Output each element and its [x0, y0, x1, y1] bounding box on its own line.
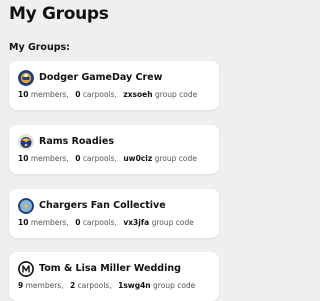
carpool-count: 2: [69, 281, 76, 290]
group-meta: 10 members, 0 carpools, zxsoeh group cod…: [18, 90, 197, 99]
member-count: 10: [18, 154, 29, 163]
group-code-label: group code: [153, 281, 196, 290]
group-name: Rams Roadies: [39, 136, 114, 147]
members-label: members,: [30, 218, 69, 227]
members-label: members,: [30, 154, 69, 163]
group-card[interactable]: Dodger GameDay Crew 10 members, 0 carpoo…: [9, 61, 219, 110]
carpool-count: 0: [75, 218, 81, 227]
group-name: Dodger GameDay Crew: [39, 72, 163, 83]
group-code-value: vx3jfa: [123, 218, 150, 227]
carpools-label: carpools,: [82, 154, 117, 163]
group-meta: 10 members, 0 carpools, uw0ciz group cod…: [18, 154, 197, 163]
members-label: members,: [25, 281, 64, 290]
group-code-label: group code: [154, 154, 197, 163]
group-code-value: uw0ciz: [123, 154, 153, 163]
carpools-label: carpools,: [77, 281, 112, 290]
group-code-value: 1swg4n: [118, 281, 151, 290]
rams-logo-icon: [18, 134, 34, 150]
group-meta: 9 members, 2 carpools, 1swg4n group code: [18, 281, 195, 290]
group-card[interactable]: Chargers Fan Collective 10 members, 0 ca…: [9, 189, 219, 238]
group-meta: 10 members, 0 carpools, vx3jfa group cod…: [18, 218, 194, 227]
carpools-label: carpools,: [82, 90, 117, 99]
carpool-count: 0: [75, 90, 81, 99]
group-name: Tom & Lisa Miller Wedding: [39, 263, 181, 274]
group-list: Dodger GameDay Crew 10 members, 0 carpoo…: [0, 0, 219, 301]
dodgers-logo-icon: [18, 70, 34, 86]
chargers-logo-icon: [18, 198, 34, 214]
group-code-label: group code: [151, 218, 194, 227]
group-card[interactable]: Rams Roadies 10 members, 0 carpools, uw0…: [9, 125, 219, 174]
group-code-label: group code: [154, 90, 198, 99]
carpool-count: 0: [75, 154, 81, 163]
metro-logo-icon: [18, 261, 34, 277]
carpools-label: carpools,: [82, 218, 117, 227]
member-count: 10: [18, 218, 29, 227]
group-card[interactable]: Tom & Lisa Miller Wedding 9 members, 2 c…: [9, 252, 219, 301]
group-name: Chargers Fan Collective: [39, 200, 166, 211]
group-code-value: zxsoeh: [123, 90, 153, 99]
member-count: 10: [18, 90, 29, 99]
member-count: 9: [18, 281, 24, 290]
members-label: members,: [30, 90, 69, 99]
